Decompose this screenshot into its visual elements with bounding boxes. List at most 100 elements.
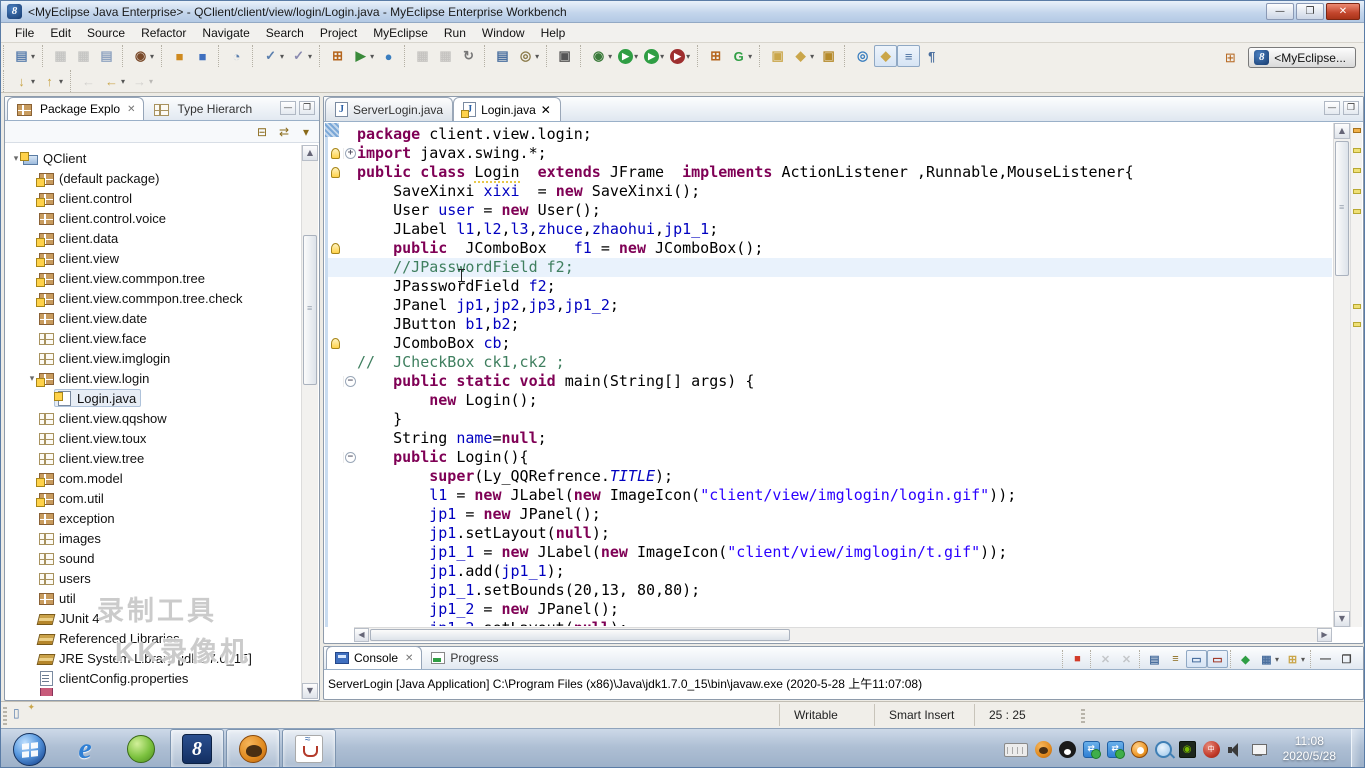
app-logo-icon[interactable]: 8	[7, 4, 22, 19]
code-line[interactable]: User user = new User();	[328, 201, 1332, 220]
tree-item[interactable]: client.control	[6, 188, 301, 208]
menu-help[interactable]: Help	[533, 24, 574, 42]
export-button[interactable]: ▦	[434, 45, 457, 67]
code-line[interactable]: package client.view.login;	[328, 125, 1332, 144]
editor-hscrollbar[interactable]: ◀ ▶	[354, 627, 1332, 642]
code-line[interactable]: JButton b1,b2;	[328, 315, 1332, 334]
menu-refactor[interactable]: Refactor	[133, 24, 194, 42]
tree-item[interactable]: com.util	[6, 488, 301, 508]
annotation-mark[interactable]	[1353, 209, 1361, 214]
tree-item[interactable]: client.control.voice	[6, 208, 301, 228]
code-editor[interactable]: package client.view.login;+import javax.…	[325, 123, 1332, 627]
new-servlet-button[interactable]: ✓▾	[287, 45, 315, 67]
view-menu-button[interactable]: ▾	[297, 123, 315, 140]
dropdown-arrow-icon[interactable]: ▾	[31, 52, 35, 61]
tree-item[interactable]: Login.java	[6, 388, 301, 408]
tree-item[interactable]: client.view.commpon.tree.check	[6, 288, 301, 308]
menu-file[interactable]: File	[7, 24, 42, 42]
tray-search-icon[interactable]	[1155, 741, 1172, 758]
editor-minimize-button[interactable]: —	[1324, 101, 1340, 115]
fold-cell[interactable]: −	[343, 376, 357, 387]
tree-item[interactable]: exception	[6, 508, 301, 528]
taskbar-kk-recorder-button[interactable]	[226, 729, 280, 768]
code-line[interactable]: jp1_1.setBounds(20,13, 80,80);	[328, 581, 1332, 600]
smart-insert-indicator[interactable]: Smart Insert	[874, 704, 974, 726]
tree-item[interactable]: ▾client.view.login	[6, 368, 301, 388]
new-wizard-button[interactable]: ▤▾	[10, 45, 38, 67]
annotation-mark[interactable]	[1353, 148, 1361, 153]
console-maximize-button[interactable]: ❐	[1336, 650, 1357, 668]
tray-nvidia-icon[interactable]: ◉	[1179, 741, 1196, 758]
save-all-button[interactable]: ▦	[72, 45, 95, 67]
tree-item[interactable]: JRE System Library [jdk1.7.0_15]	[6, 648, 301, 668]
toggle-highlight-button[interactable]: ◆	[874, 45, 897, 67]
view-maximize-button[interactable]: ❐	[299, 101, 315, 115]
menu-window[interactable]: Window	[474, 24, 533, 42]
convert-project-button[interactable]: ⊞	[326, 45, 349, 67]
code-line[interactable]: l1 = new JLabel(new ImageIcon("client/vi…	[328, 486, 1332, 505]
tree-item[interactable]: client.view	[6, 248, 301, 268]
tree-item[interactable]: client.view.tree	[6, 448, 301, 468]
profile-button[interactable]: ▶▾	[667, 45, 693, 67]
fold-expand-icon[interactable]: +	[345, 148, 356, 159]
dropdown-arrow-icon[interactable]: ▾	[150, 52, 154, 61]
close-view-icon[interactable]: ✕	[127, 104, 135, 115]
annotation-mark[interactable]	[1353, 322, 1361, 327]
web-browser-button[interactable]: ●	[377, 45, 400, 67]
remove-all-launches-button[interactable]: ✕	[1116, 650, 1137, 668]
code-line[interactable]: jp1.add(jp1_1);	[328, 562, 1332, 581]
code-line[interactable]: super(Ly_QQRefrence.TITLE);	[328, 467, 1332, 486]
dropdown-arrow-icon[interactable]: ▾	[308, 52, 312, 61]
code-line[interactable]: String name=null;	[328, 429, 1332, 448]
taskbar-green-app-button[interactable]	[114, 729, 168, 768]
tree-item[interactable]: client.view.commpon.tree	[6, 268, 301, 288]
collapse-all-button[interactable]: ⊟	[253, 123, 271, 140]
tree-item[interactable]: sound	[6, 548, 301, 568]
perspective-myeclipse-button[interactable]: 8 <MyEclipse...	[1248, 47, 1356, 68]
code-line[interactable]: SaveXinxi xixi = new SaveXinxi();	[328, 182, 1332, 201]
print-button[interactable]: ▤	[95, 45, 118, 67]
pin-console-button[interactable]: ◆	[1235, 650, 1256, 668]
menu-run[interactable]: Run	[436, 24, 474, 42]
menu-navigate[interactable]: Navigate	[194, 24, 257, 42]
dropdown-arrow-icon[interactable]: ▾	[748, 52, 752, 61]
dropdown-arrow-icon[interactable]: ▾	[1275, 655, 1279, 664]
last-edit-location-button[interactable]: ←	[77, 70, 100, 92]
overview-ruler[interactable]	[1350, 123, 1362, 627]
editor-tab-login-java[interactable]: Login.java✕	[453, 97, 561, 121]
tray-qq-icon[interactable]	[1059, 741, 1076, 758]
dropdown-arrow-icon[interactable]: ▾	[634, 52, 638, 61]
menu-myeclipse[interactable]: MyEclipse	[365, 24, 436, 42]
tree-item[interactable]: client.view.date	[6, 308, 301, 328]
menu-search[interactable]: Search	[258, 24, 312, 42]
code-line[interactable]: − public Login(){	[328, 448, 1332, 467]
tree-item[interactable]: com.model	[6, 468, 301, 488]
open-perspective-button[interactable]: ⊞	[1220, 48, 1240, 68]
console-close-icon[interactable]: ✕	[405, 653, 413, 664]
tree-scrollbar[interactable]: ▲ ▼	[301, 145, 318, 699]
menu-edit[interactable]: Edit	[42, 24, 79, 42]
dropdown-arrow-icon[interactable]: ▾	[535, 52, 539, 61]
fold-cell[interactable]: −	[343, 452, 357, 463]
show-selected-element-button[interactable]: ≡	[897, 45, 920, 67]
tree-item[interactable]: client.view.imglogin	[6, 348, 301, 368]
start-button[interactable]	[2, 729, 56, 768]
tray-network-icon[interactable]	[1251, 741, 1268, 758]
annotate-button[interactable]: ◆▾	[789, 45, 817, 67]
import-button[interactable]: ▦	[411, 45, 434, 67]
tree-item[interactable]: Referenced Libraries	[6, 628, 301, 648]
dropdown-arrow-icon[interactable]: ▾	[280, 52, 284, 61]
tray-red-badge-icon[interactable]: 中	[1203, 741, 1220, 758]
display-console-button[interactable]: ▦▾	[1256, 650, 1282, 668]
fold-collapse-icon[interactable]: −	[345, 452, 356, 463]
fold-collapse-icon[interactable]: −	[345, 376, 356, 387]
new-class-button[interactable]: ✓▾	[259, 45, 287, 67]
back-button[interactable]: ←▾	[100, 70, 128, 92]
show-whitespace-button[interactable]: ¶	[920, 45, 943, 67]
scroll-lock-button[interactable]: ≡	[1165, 650, 1186, 668]
screen-capture-button[interactable]: ▣	[553, 45, 576, 67]
fold-cell[interactable]: +	[343, 148, 357, 159]
debug-button[interactable]: ◉▾	[587, 45, 615, 67]
code-line[interactable]: − public static void main(String[] args)…	[328, 372, 1332, 391]
tree-item[interactable]: client.view.face	[6, 328, 301, 348]
